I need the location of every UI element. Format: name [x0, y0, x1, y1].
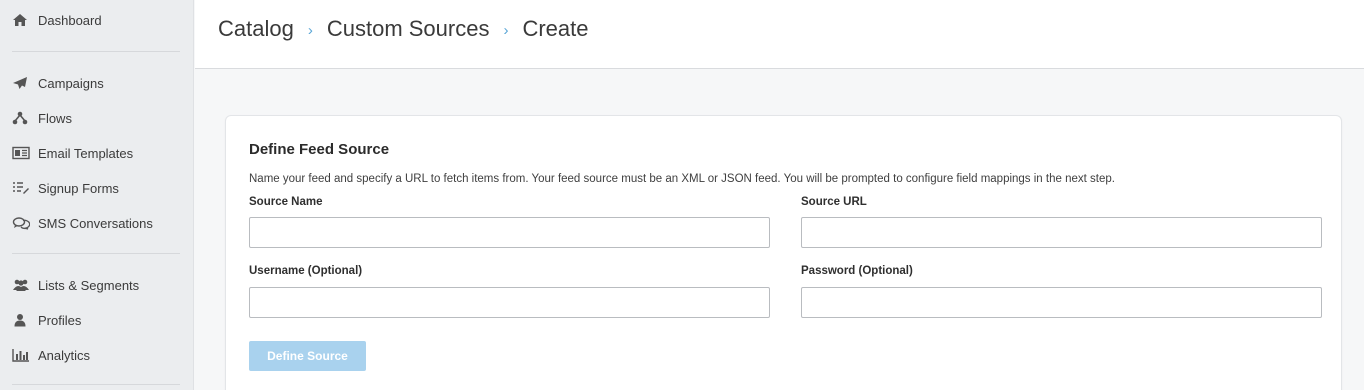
- sidebar-item-profiles[interactable]: Profiles: [12, 309, 81, 331]
- sidebar-item-signup-forms[interactable]: Signup Forms: [12, 177, 119, 199]
- form-description: Name your feed and specify a URL to fetc…: [249, 173, 1115, 185]
- bar-chart-icon: [12, 347, 32, 363]
- sidebar-item-lists-segments[interactable]: Lists & Segments: [12, 274, 139, 296]
- sidebar-item-dashboard[interactable]: Dashboard: [12, 9, 102, 31]
- breadcrumb-separator: ›: [503, 21, 509, 39]
- form-title: Define Feed Source: [249, 141, 390, 158]
- sidebar-divider: [12, 51, 180, 52]
- source-url-label: Source URL: [801, 196, 867, 208]
- source-name-input[interactable]: [249, 217, 770, 248]
- page-header: Catalog › Custom Sources › Create: [195, 0, 1364, 69]
- source-url-input[interactable]: [801, 217, 1322, 248]
- username-input[interactable]: [249, 287, 770, 318]
- template-icon: [12, 145, 32, 161]
- password-input[interactable]: [801, 287, 1322, 318]
- sidebar-item-label: Lists & Segments: [38, 277, 140, 293]
- sidebar-divider: [12, 384, 180, 385]
- users-icon: [12, 277, 32, 293]
- user-icon: [12, 312, 32, 328]
- breadcrumb-custom-sources[interactable]: Custom Sources: [327, 16, 490, 42]
- sidebar-item-email-templates[interactable]: Email Templates: [12, 142, 133, 164]
- sidebar: Dashboard Campaigns Flows Email Template…: [0, 0, 194, 390]
- form-list-icon: [12, 180, 32, 196]
- source-name-label: Source Name: [249, 196, 323, 208]
- define-feed-source-card: Define Feed Source Name your feed and sp…: [225, 115, 1342, 390]
- sidebar-item-label: Flows: [38, 110, 72, 126]
- password-label: Password (Optional): [801, 265, 913, 277]
- sidebar-item-label: Profiles: [38, 312, 82, 328]
- flow-icon: [12, 110, 32, 126]
- sidebar-item-label: Analytics: [38, 347, 91, 363]
- define-source-button[interactable]: Define Source: [249, 341, 366, 371]
- breadcrumb-separator: ›: [307, 21, 313, 39]
- breadcrumb: Catalog › Custom Sources › Create: [218, 16, 589, 42]
- sidebar-item-label: Campaigns: [38, 75, 104, 91]
- sidebar-item-sms-conversations[interactable]: SMS Conversations: [12, 212, 153, 234]
- breadcrumb-current: Create: [522, 16, 589, 41]
- sidebar-item-campaigns[interactable]: Campaigns: [12, 72, 104, 94]
- sidebar-divider: [12, 253, 180, 254]
- sidebar-item-flows[interactable]: Flows: [12, 107, 72, 129]
- sidebar-item-label: Signup Forms: [38, 180, 119, 196]
- sidebar-item-label: SMS Conversations: [38, 215, 153, 231]
- sidebar-item-label: Email Templates: [38, 145, 134, 161]
- username-label: Username (Optional): [249, 265, 363, 277]
- chat-bubbles-icon: [12, 215, 32, 231]
- sidebar-item-analytics[interactable]: Analytics: [12, 344, 90, 366]
- breadcrumb-catalog[interactable]: Catalog: [218, 16, 294, 42]
- home-icon: [12, 12, 32, 28]
- paper-plane-icon: [12, 75, 32, 91]
- sidebar-item-label: Dashboard: [38, 12, 102, 28]
